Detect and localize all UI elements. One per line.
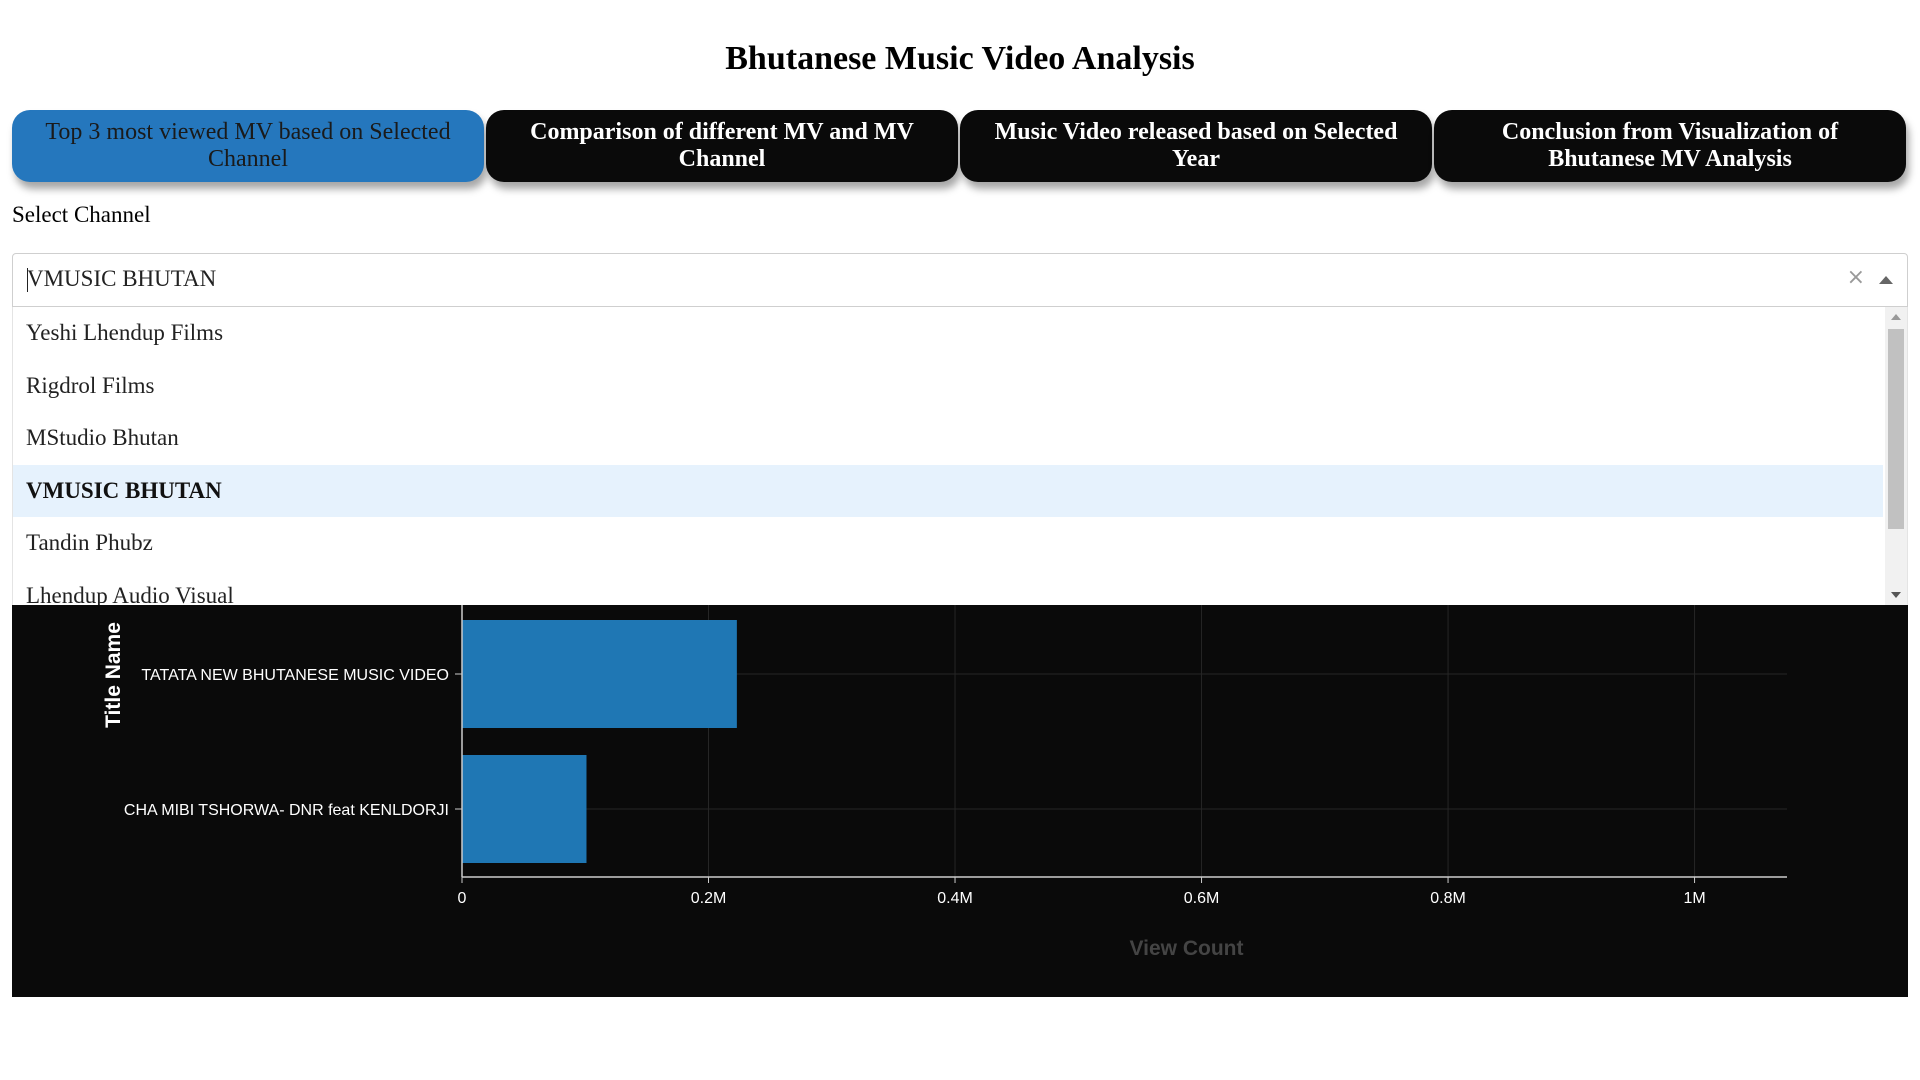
tab-released-by-year[interactable]: Music Video released based on Selected Y…	[960, 110, 1432, 182]
scroll-down-arrow-icon[interactable]	[1891, 592, 1901, 598]
dropdown-option[interactable]: Lhendup Audio Visual	[13, 570, 1883, 606]
y-tick-label: CHA MIBI TSHORWA- DNR feat KENLDORJI	[124, 802, 449, 819]
tab-comparison[interactable]: Comparison of different MV and MV Channe…	[486, 110, 958, 182]
channel-dropdown[interactable]: VMUSIC BHUTAN ×	[12, 253, 1908, 307]
page-title: Bhutanese Music Video Analysis	[725, 40, 1195, 77]
views-bar-chart: TATATA NEW BHUTANESE MUSIC VIDEO CHA MIBI…	[12, 605, 1908, 997]
channel-dropdown-value[interactable]: VMUSIC BHUTAN	[27, 266, 216, 292]
y-tick-label: TATATA NEW BHUTANESE MUSIC VIDEO	[141, 667, 449, 684]
tab-bar: Top 3 most viewed MV based on Selected C…	[12, 110, 1908, 184]
scroll-up-arrow-icon[interactable]	[1891, 314, 1901, 320]
dropdown-option[interactable]: Rigdrol Films	[13, 360, 1883, 413]
clear-icon[interactable]: ×	[1847, 265, 1865, 290]
scrollbar-thumb[interactable]	[1888, 329, 1904, 529]
tab-top-3-most-viewed[interactable]: Top 3 most viewed MV based on Selected C…	[12, 110, 484, 182]
dropdown-option-selected[interactable]: VMUSIC BHUTAN	[13, 464, 1883, 517]
x-tick-label: 0.6M	[1184, 890, 1220, 907]
x-tick-label: 0	[458, 890, 467, 907]
chart-svg: TATATA NEW BHUTANESE MUSIC VIDEO CHA MIBI…	[102, 605, 1787, 960]
dropdown-option[interactable]: Tandin Phubz	[13, 517, 1883, 570]
dropdown-option[interactable]: MStudio Bhutan	[13, 412, 1883, 465]
chart-bar	[462, 755, 587, 863]
x-tick-label: 0.4M	[937, 890, 973, 907]
select-channel-label: Select Channel	[12, 202, 151, 227]
x-tick-label: 0.2M	[691, 890, 727, 907]
tab-conclusion[interactable]: Conclusion from Visualization of Bhutane…	[1434, 110, 1906, 182]
x-axis-title: View Count	[1130, 937, 1244, 960]
dropdown-scrollbar[interactable]	[1885, 307, 1907, 605]
x-tick-label: 1M	[1683, 890, 1705, 907]
x-tick-label: 0.8M	[1430, 890, 1466, 907]
dropdown-option[interactable]: Yeshi Lhendup Films	[13, 307, 1883, 360]
channel-dropdown-menu: Yeshi Lhendup Films Rigdrol Films MStudi…	[12, 307, 1908, 605]
chevron-up-icon[interactable]	[1879, 276, 1893, 284]
y-axis-title: Title Name	[102, 622, 125, 728]
chart-bar	[462, 620, 737, 728]
